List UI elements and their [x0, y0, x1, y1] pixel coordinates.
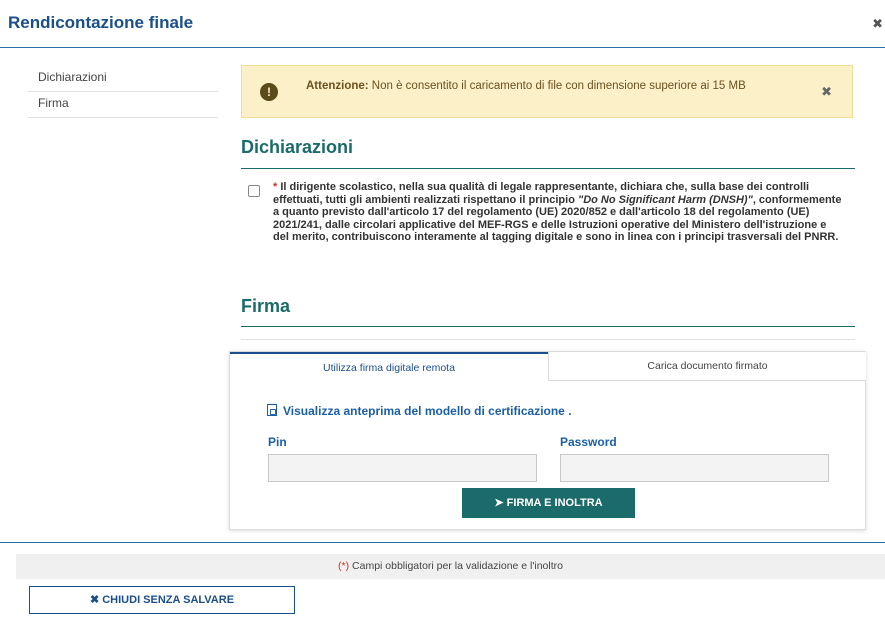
close-x-icon: ✖: [89, 594, 100, 606]
alert-text: Non è consentito il caricamento di file …: [368, 80, 746, 92]
exclamation-icon: !: [260, 83, 278, 101]
signature-panel: Utilizza firma digitale remota Carica do…: [229, 351, 866, 530]
pdf-file-icon: [267, 404, 277, 416]
footer-note-text: Campi obbligatori per la validazione e l…: [349, 560, 563, 572]
alert-close-icon[interactable]: ✖: [821, 84, 832, 100]
required-fields-note: (*) Campi obbligatori per la validazione…: [16, 554, 885, 579]
password-label: Password: [560, 435, 617, 449]
preview-certificate-link[interactable]: Visualizza anteprima del modello di cert…: [267, 404, 572, 418]
warning-alert: ! Attenzione: Non è consentito il carica…: [241, 65, 853, 118]
side-navigation: Dichiarazioni Firma: [28, 66, 218, 118]
declarations-title: Dichiarazioni: [241, 137, 354, 157]
signature-title: Firma: [241, 296, 291, 316]
send-icon: ➤: [494, 497, 504, 509]
declaration-text-italic: "Do No Significant Harm (DNSH)": [577, 193, 753, 206]
alert-message: Attenzione: Non è consentito il caricame…: [306, 79, 806, 94]
tab-remote-signature[interactable]: Utilizza firma digitale remota: [230, 352, 548, 381]
footer-required-mark: (*): [338, 560, 350, 572]
declaration-text: * Il dirigente scolastico, nella sua qua…: [273, 181, 843, 244]
pin-label: Pin: [268, 435, 287, 449]
tab-upload-signed-document[interactable]: Carica documento firmato: [548, 352, 866, 381]
preview-link-suffix: .: [564, 404, 572, 418]
close-icon[interactable]: ✖: [872, 16, 883, 32]
modal-title: Rendicontazione finale: [8, 13, 194, 32]
divider: [241, 339, 855, 340]
sidebar-item-dichiarazioni[interactable]: Dichiarazioni: [28, 66, 218, 92]
close-without-saving-button[interactable]: ✖ CHIUDI SENZA SALVARE: [29, 586, 295, 614]
signature-divider: [241, 326, 855, 327]
preview-link-text: Visualizza anteprima del modello di cert…: [283, 404, 565, 418]
declaration-checkbox[interactable]: [248, 185, 260, 197]
sidebar-item-firma[interactable]: Firma: [28, 92, 218, 118]
password-input[interactable]: [560, 454, 829, 482]
close-without-saving-label: CHIUDI SENZA SALVARE: [102, 594, 235, 606]
footer-divider: [0, 542, 885, 543]
pin-input[interactable]: [268, 454, 537, 482]
alert-label: Attenzione:: [306, 80, 369, 92]
modal-header: Rendicontazione finale ✖: [0, 0, 885, 48]
sign-and-submit-button[interactable]: ➤ FIRMA E INOLTRA: [462, 488, 635, 518]
declarations-divider: [241, 168, 855, 169]
sign-and-submit-label: FIRMA E INOLTRA: [506, 497, 603, 509]
